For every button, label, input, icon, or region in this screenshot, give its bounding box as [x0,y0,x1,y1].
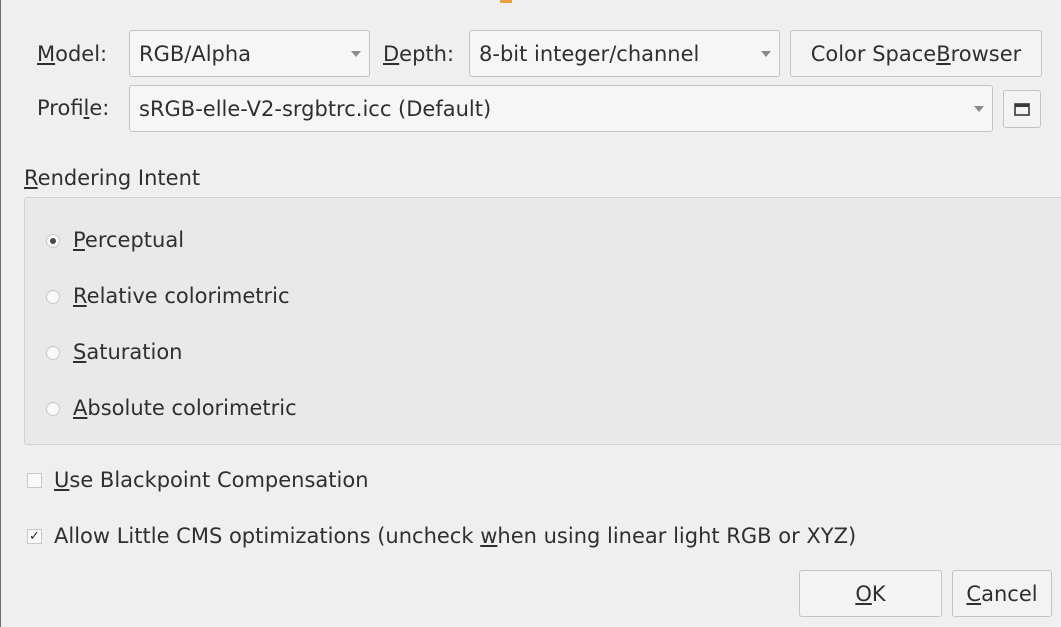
browse-profile-button[interactable] [1003,90,1041,128]
checkmark-icon[interactable]: ✓ [27,529,42,544]
depth-label: Depth: [383,42,455,66]
color-space-browser-button[interactable]: Color Space Browser [790,30,1042,77]
profile-label: Profile: [37,96,110,120]
title-accent [500,0,512,3]
lcms-optimizations-checkbox[interactable]: ✓ Allow Little CMS optimizations (unchec… [27,526,856,547]
model-value: RGB/Alpha [139,41,252,66]
cancel-button[interactable]: Cancel [952,570,1052,617]
radio-absolute-colorimetric[interactable]: Absolute colorimetric [46,398,297,419]
radio-perceptual[interactable]: Perceptual [46,230,184,251]
model-combo[interactable]: RGB/Alpha [129,30,370,77]
radio-indicator[interactable] [46,289,60,304]
depth-value: 8-bit integer/channel [479,41,700,66]
chevron-down-icon [966,105,992,112]
radio-indicator[interactable] [46,401,60,416]
radio-saturation[interactable]: Saturation [46,342,182,363]
profile-value: sRGB-elle-V2-srgbtrc.icc (Default) [139,96,492,121]
radio-indicator[interactable] [46,345,60,360]
radio-relative-colorimetric[interactable]: Relative colorimetric [46,286,290,307]
model-label: Model: [37,42,108,66]
depth-combo[interactable]: 8-bit integer/channel [469,30,780,77]
blackpoint-compensation-checkbox[interactable]: Use Blackpoint Compensation [27,470,369,491]
radio-indicator[interactable] [46,233,60,248]
rendering-intent-heading: Rendering Intent [24,166,201,190]
chevron-down-icon [753,50,779,57]
radio-selected-dot [50,237,56,244]
chevron-down-icon [343,50,369,57]
profile-combo[interactable]: sRGB-elle-V2-srgbtrc.icc (Default) [129,85,993,132]
folder-icon [1014,103,1030,116]
window-border [0,0,1,627]
ok-button[interactable]: OK [799,570,942,617]
checkbox-box[interactable] [27,473,42,488]
